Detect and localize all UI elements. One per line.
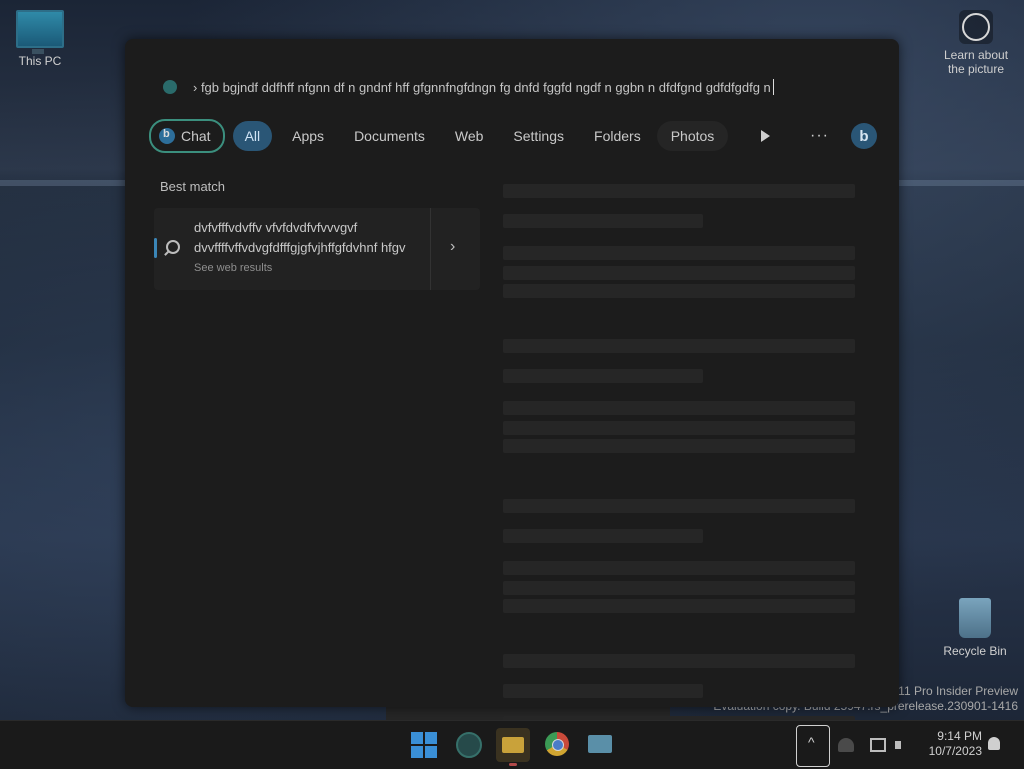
loading-placeholder-bar bbox=[503, 339, 855, 353]
tab-settings[interactable]: Settings bbox=[499, 121, 578, 151]
this-pc-desktop-icon[interactable]: This PC bbox=[0, 10, 80, 68]
text-caret bbox=[772, 79, 774, 95]
best-match-title-line1: dvfvfffvdvffv vfvfdvdfvfvvvgvf bbox=[194, 220, 358, 235]
clock[interactable]: 9:14 PM 10/7/2023 bbox=[922, 729, 982, 759]
tab-web[interactable]: Web bbox=[441, 121, 498, 151]
recycle-bin-label: Recycle Bin bbox=[943, 644, 1007, 658]
tab-documents[interactable]: Documents bbox=[340, 121, 439, 151]
volume-muted-icon[interactable] bbox=[895, 738, 909, 752]
result-preview-pane bbox=[503, 184, 861, 768]
loading-placeholder-bar bbox=[503, 246, 855, 260]
camera-icon bbox=[959, 10, 993, 44]
best-match-title-line2: dvvffffvffvdvgfdfffgjgfvjhffgfdvhnf hfgv bbox=[194, 240, 406, 255]
tab-photos[interactable]: Photos bbox=[656, 121, 729, 151]
tab-label: Documents bbox=[354, 128, 425, 144]
learn-about-label: Learn about the picture bbox=[943, 48, 1009, 76]
loading-placeholder-bar bbox=[503, 599, 855, 613]
recycle-bin-icon bbox=[959, 598, 991, 638]
app-icon[interactable] bbox=[588, 735, 612, 753]
network-icon[interactable] bbox=[838, 738, 854, 752]
start-icon[interactable] bbox=[411, 732, 437, 758]
tab-label: Folders bbox=[594, 128, 641, 144]
loading-placeholder-bar bbox=[503, 654, 855, 668]
monitor-icon bbox=[16, 10, 64, 54]
best-match-subtitle: See web results bbox=[194, 262, 273, 274]
recycle-bin-desktop-icon[interactable]: Recycle Bin bbox=[935, 598, 1015, 658]
tab-apps[interactable]: Apps bbox=[278, 121, 338, 151]
result-divider bbox=[430, 208, 431, 290]
display-icon[interactable] bbox=[870, 738, 886, 752]
tab-chat[interactable]: Chat bbox=[149, 119, 225, 153]
loading-placeholder-bar bbox=[503, 529, 703, 543]
tab-label: Photos bbox=[670, 128, 715, 144]
loading-placeholder-bar bbox=[503, 581, 855, 595]
loading-placeholder-bar bbox=[503, 439, 855, 453]
search-icon[interactable] bbox=[456, 732, 482, 758]
tab-label: Chat bbox=[181, 128, 211, 144]
loading-placeholder-bar bbox=[503, 214, 703, 228]
tab-label: Settings bbox=[513, 128, 565, 144]
best-match-result[interactable]: dvfvfffvdvffv vfvfdvdfvfvvvgvf dvvffffvf… bbox=[154, 208, 480, 290]
clock-date: 10/7/2023 bbox=[928, 744, 982, 758]
loading-placeholder-bar bbox=[503, 266, 855, 280]
show-hidden-icons-button[interactable] bbox=[796, 725, 830, 767]
search-right-controls: ··· b bbox=[761, 120, 877, 152]
loading-placeholder-bar bbox=[503, 684, 703, 698]
tab-folders[interactable]: Folders bbox=[580, 121, 655, 151]
chevron-right-icon[interactable]: › bbox=[450, 238, 455, 256]
search-panel: › fgb bgjndf ddfhff nfgnn df n gndnf hff… bbox=[125, 39, 899, 768]
loading-placeholder-bar bbox=[503, 401, 855, 415]
tab-label: Apps bbox=[292, 128, 325, 144]
search-logo-icon bbox=[163, 80, 177, 94]
chrome-icon[interactable] bbox=[545, 732, 569, 756]
search-icon bbox=[166, 240, 180, 254]
bing-icon[interactable]: b bbox=[851, 123, 877, 149]
scroll-right-icon[interactable] bbox=[761, 130, 771, 142]
more-options-button[interactable]: ··· bbox=[810, 127, 829, 145]
notification-bell-icon[interactable] bbox=[988, 737, 1000, 750]
loading-placeholder-bar bbox=[503, 499, 855, 513]
clock-time: 9:14 PM bbox=[937, 729, 982, 743]
tab-label: All bbox=[244, 128, 261, 144]
this-pc-label: This PC bbox=[18, 54, 62, 68]
search-box[interactable]: › fgb bgjndf ddfhff nfgnn df n gndnf hff… bbox=[143, 72, 865, 102]
learn-about-picture[interactable]: Learn about the picture bbox=[940, 10, 1012, 76]
search-filter-tabs: Chat All Apps Documents Web Settings Folders Ph… bbox=[149, 119, 730, 153]
loading-placeholder-bar bbox=[503, 184, 855, 198]
running-indicator bbox=[509, 763, 517, 766]
loading-placeholder-bar bbox=[503, 369, 703, 383]
taskbar: 9:14 PM 10/7/2023 bbox=[0, 720, 1024, 769]
tab-label: Web bbox=[454, 128, 484, 144]
loading-placeholder-bar bbox=[503, 284, 855, 298]
best-match-header: Best match bbox=[160, 179, 226, 194]
search-input[interactable]: › fgb bgjndf ddfhff nfgnn df n gndnf hff… bbox=[193, 80, 771, 95]
bing-chat-icon bbox=[159, 128, 175, 144]
loading-placeholder-bar bbox=[503, 561, 855, 575]
loading-placeholder-bar bbox=[503, 421, 855, 435]
tab-all[interactable]: All bbox=[232, 121, 273, 151]
selection-accent bbox=[154, 238, 157, 258]
file-explorer-icon[interactable] bbox=[496, 728, 530, 762]
